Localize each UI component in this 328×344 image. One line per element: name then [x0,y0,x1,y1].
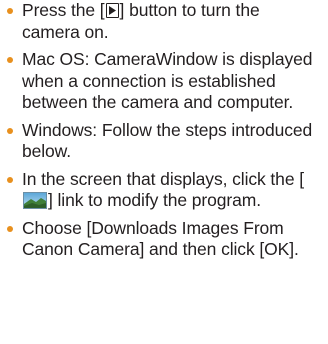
list-item-press-playback: Press the [] button to turn the camera o… [6,0,322,43]
instruction-list: Press the [] button to turn the camera o… [6,0,322,261]
program-link-icon [23,192,47,209]
bullet-dot [7,8,13,14]
item-text-before: Press the [ [22,0,105,20]
bullet-dot [7,57,13,63]
bullet-dot [7,176,13,183]
list-item-windows: Windows: Follow the steps introduced bel… [6,120,322,163]
item-text: Windows: Follow the steps introduced bel… [22,119,313,162]
bullet-dot [7,127,13,134]
item-text: Choose [Downloads Images From Canon Came… [22,217,299,260]
bullet-dot [7,225,13,232]
item-text: Mac OS: CameraWindow is displayed when a… [22,49,313,112]
item-text-after: ] link to modify the program. [48,190,262,210]
playback-button-icon [105,3,119,18]
list-item-mac-os: Mac OS: CameraWindow is displayed when a… [6,49,322,114]
item-text-before: In the screen that displays, click the [ [22,168,304,189]
list-item-click-link: In the screen that displays, click the [… [6,169,322,212]
instruction-page: Press the [] button to turn the camera o… [0,0,328,344]
list-item-choose-download: Choose [Downloads Images From Canon Came… [6,218,322,261]
